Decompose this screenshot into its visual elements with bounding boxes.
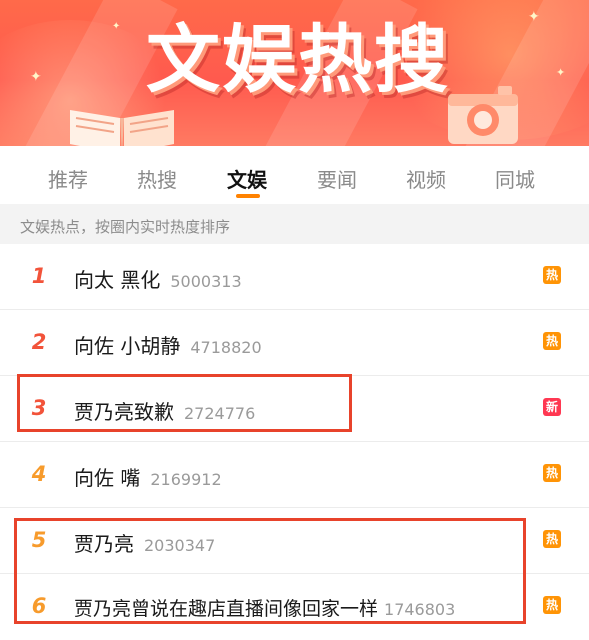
banner-title: 文娱热搜 (146, 17, 450, 103)
heat-count: 2724776 (184, 404, 256, 423)
active-tab-indicator (236, 194, 260, 198)
hot-badge: 热 (543, 530, 561, 548)
title-text: 向佐 嘴 (74, 466, 141, 490)
title-text: 贾乃亮 (74, 532, 134, 556)
title-text: 贾乃亮致歉 (74, 400, 174, 424)
hot-search-title: 贾乃亮曾说在趣店直播间像回家一样 1746803 (74, 594, 455, 621)
rank-number: 3 (31, 396, 47, 420)
heat-count: 2030347 (144, 536, 216, 555)
hot-search-row-4[interactable]: 4 向佐 嘴 2169912 热 (0, 442, 589, 508)
heat-count: 1746803 (384, 600, 456, 619)
hot-badge: 热 (543, 464, 561, 482)
hot-search-title: 向佐 小胡静 4718820 (74, 330, 262, 359)
hot-badge: 热 (543, 332, 561, 350)
hot-search-title: 贾乃亮致歉 2724776 (74, 396, 255, 425)
hot-search-title: 向太 黑化 5000313 (74, 264, 242, 293)
tab-news[interactable]: 要闻 (317, 164, 357, 193)
tab-local[interactable]: 同城 (495, 164, 535, 193)
hot-badge: 热 (543, 596, 561, 614)
new-badge: 新 (543, 398, 561, 416)
tab-recommend[interactable]: 推荐 (48, 164, 88, 193)
section-subtitle-bar: 文娱热点，按圈内实时热度排序 (0, 204, 589, 244)
title-text: 向佐 小胡静 (74, 334, 181, 358)
hot-search-row-3[interactable]: 3 贾乃亮致歉 2724776 新 (0, 376, 589, 442)
category-tabs: 推荐 热搜 文娱 要闻 视频 同城 (0, 146, 589, 204)
rank-number: 4 (31, 462, 47, 486)
hot-search-row-5[interactable]: 5 贾乃亮 2030347 热 (0, 508, 589, 574)
sparkle-icon: ✦ (556, 66, 566, 79)
hot-search-row-2[interactable]: 2 向佐 小胡静 4718820 热 (0, 310, 589, 376)
tab-entertainment[interactable]: 文娱 (227, 164, 267, 193)
sparkle-icon: ✦ (528, 9, 540, 25)
heat-count: 5000313 (170, 272, 242, 291)
rank-number: 2 (31, 330, 47, 354)
title-text: 贾乃亮曾说在趣店直播间像回家一样 (74, 598, 379, 620)
section-subtitle: 文娱热点，按圈内实时热度排序 (20, 218, 231, 236)
hot-search-title: 贾乃亮 2030347 (74, 528, 215, 557)
tab-hot-search[interactable]: 热搜 (137, 164, 177, 193)
heat-count: 4718820 (190, 338, 262, 357)
hot-search-row-1[interactable]: 1 向太 黑化 5000313 热 (0, 244, 589, 310)
hot-search-row-6[interactable]: 6 贾乃亮曾说在趣店直播间像回家一样 1746803 热 (0, 574, 589, 640)
title-text: 向太 黑化 (74, 268, 161, 292)
hot-search-title: 向佐 嘴 2169912 (74, 462, 222, 491)
hot-badge: 热 (543, 266, 561, 284)
rank-number: 5 (31, 528, 47, 552)
rank-number: 6 (31, 594, 47, 618)
sparkle-icon: ✦ (30, 69, 42, 85)
heat-count: 2169912 (150, 470, 222, 489)
hero-banner: ✦ ✦ ✦ ✦ 文娱热搜 (0, 0, 589, 146)
rank-number: 1 (31, 264, 47, 288)
tab-video[interactable]: 视频 (406, 164, 446, 193)
